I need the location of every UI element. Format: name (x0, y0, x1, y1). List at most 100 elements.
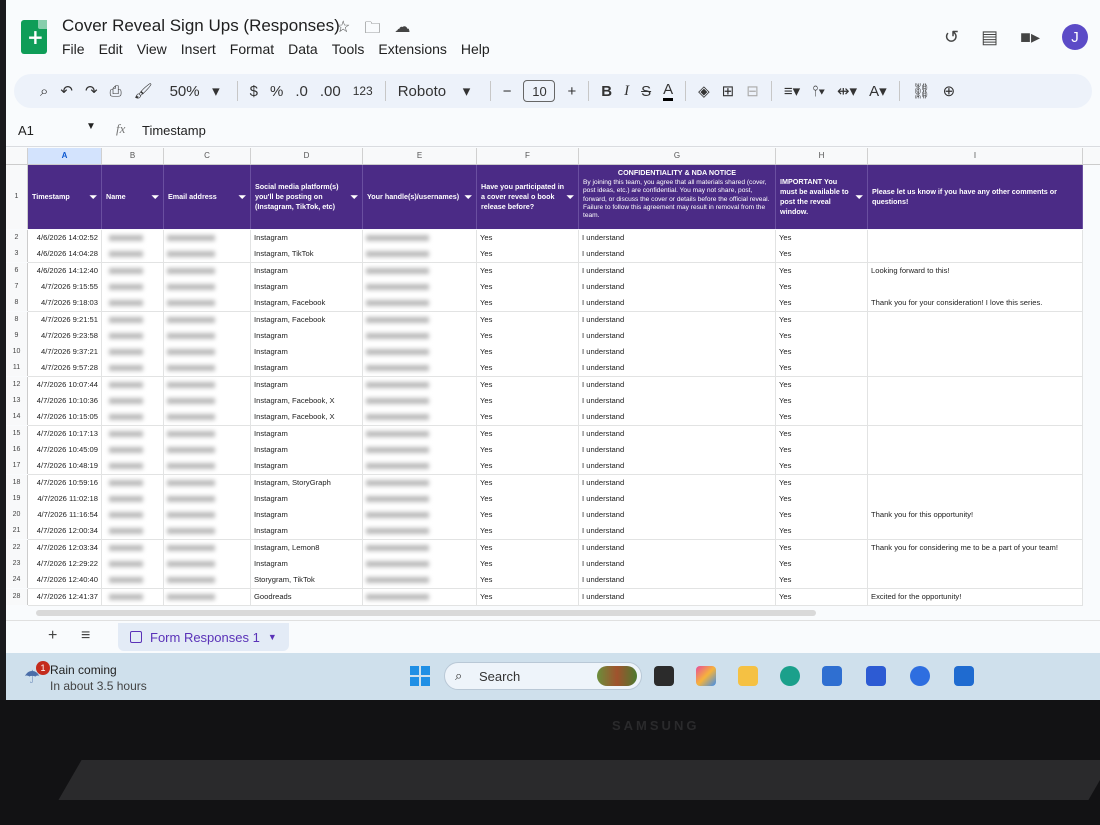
cell-platform[interactable]: Instagram, Facebook, X (251, 409, 363, 426)
cell-handle[interactable] (363, 458, 477, 475)
cell-timestamp[interactable]: 4/7/2026 11:02:18 (28, 490, 102, 507)
currency-button[interactable]: $ (250, 83, 258, 100)
cell-timestamp[interactable]: 4/7/2026 10:48:19 (28, 458, 102, 475)
cell-name[interactable] (102, 246, 164, 263)
cell-nda[interactable]: I understand (579, 246, 776, 263)
cell-important[interactable]: Yes (776, 458, 868, 475)
cell-timestamp[interactable]: 4/7/2026 9:21:51 (28, 311, 102, 328)
column-header-f[interactable]: F (477, 148, 579, 164)
header-cell-participated[interactable]: Have you participated in a cover reveal … (477, 165, 579, 229)
cell-important[interactable]: Yes (776, 490, 868, 507)
sheet-tab[interactable]: Form Responses 1 ▼ (118, 623, 289, 651)
cell-handle[interactable] (363, 572, 477, 589)
cell-platform[interactable]: Instagram (251, 327, 363, 344)
cell-email[interactable] (164, 376, 251, 393)
cell-nda[interactable]: I understand (579, 425, 776, 442)
cell-name[interactable] (102, 556, 164, 572)
cell-nda[interactable]: I understand (579, 490, 776, 507)
outlook-icon[interactable] (954, 666, 974, 686)
header-cell-email[interactable]: Email address ⏷ (164, 165, 251, 229)
cell-participated[interactable]: Yes (477, 458, 579, 475)
cell-timestamp[interactable]: 4/7/2026 11:16:54 (28, 507, 102, 524)
cell-important[interactable]: Yes (776, 327, 868, 344)
file-explorer-icon[interactable] (738, 666, 758, 686)
cell-name[interactable] (102, 262, 164, 279)
cell-nda[interactable]: I understand (579, 572, 776, 589)
menu-file[interactable]: File (62, 41, 85, 57)
cell-handle[interactable] (363, 393, 477, 409)
cell-important[interactable]: Yes (776, 409, 868, 426)
cell-email[interactable] (164, 311, 251, 328)
row-number[interactable]: 12 (6, 376, 28, 393)
avatar[interactable]: J (1062, 24, 1088, 50)
row-number[interactable]: 7 (6, 278, 28, 295)
cell-handle[interactable] (363, 409, 477, 426)
undo-icon[interactable]: ↶ (60, 82, 73, 100)
row-number[interactable]: 15 (6, 425, 28, 442)
store-icon[interactable] (822, 666, 842, 686)
cell-name[interactable] (102, 230, 164, 246)
cell-handle[interactable] (363, 278, 477, 295)
app-icon[interactable] (866, 666, 886, 686)
cell-important[interactable]: Yes (776, 441, 868, 458)
cell-important[interactable]: Yes (776, 376, 868, 393)
menu-format[interactable]: Format (230, 41, 274, 57)
cell-nda[interactable]: I understand (579, 344, 776, 361)
cell-nda[interactable]: I understand (579, 393, 776, 409)
cell-important[interactable]: Yes (776, 523, 868, 540)
star-icon[interactable]: ☆ (336, 17, 350, 44)
cell-nda[interactable]: I understand (579, 458, 776, 475)
cell-important[interactable]: Yes (776, 295, 868, 312)
header-cell-nda[interactable]: CONFIDENTIALITY & NDA NOTICE By joining … (579, 165, 776, 229)
menu-help[interactable]: Help (461, 41, 490, 57)
cell-name[interactable] (102, 507, 164, 524)
cell-name[interactable] (102, 360, 164, 377)
cell-comment[interactable] (868, 441, 1083, 458)
cell-platform[interactable]: Goodreads (251, 588, 363, 605)
row-number[interactable]: 18 (6, 474, 28, 491)
zoom-select[interactable]: 50% ▾ (165, 82, 225, 101)
cell-email[interactable] (164, 360, 251, 377)
cell-name[interactable] (102, 523, 164, 540)
font-size-increase-button[interactable]: + (567, 83, 576, 100)
cell-timestamp[interactable]: 4/6/2026 14:04:28 (28, 246, 102, 263)
cell-handle[interactable] (363, 556, 477, 572)
cell-comment[interactable] (868, 360, 1083, 377)
sheets-logo[interactable]: + (21, 20, 47, 54)
cell-handle[interactable] (363, 588, 477, 605)
cell-participated[interactable]: Yes (477, 556, 579, 572)
cell-email[interactable] (164, 588, 251, 605)
cell-nda[interactable]: I understand (579, 441, 776, 458)
header-cell-name[interactable]: Name ⏷ (102, 165, 164, 229)
column-header-b[interactable]: B (102, 148, 164, 164)
cell-name[interactable] (102, 474, 164, 491)
cell-platform[interactable]: Storygram, TikTok (251, 572, 363, 589)
cell-name[interactable] (102, 588, 164, 605)
cell-important[interactable]: Yes (776, 474, 868, 491)
cell-comment[interactable] (868, 490, 1083, 507)
cell-participated[interactable]: Yes (477, 425, 579, 442)
copilot-icon[interactable] (696, 666, 716, 686)
cell-comment[interactable] (868, 393, 1083, 409)
redo-icon[interactable]: ↷ (85, 82, 98, 100)
cell-platform[interactable]: Instagram (251, 344, 363, 361)
cell-important[interactable]: Yes (776, 311, 868, 328)
cell-participated[interactable]: Yes (477, 507, 579, 524)
menu-edit[interactable]: Edit (99, 41, 123, 57)
sync-app-icon[interactable] (910, 666, 930, 686)
cell-nda[interactable]: I understand (579, 409, 776, 426)
paint-format-icon[interactable]: 🖌 (134, 82, 153, 100)
column-header-g[interactable]: G (579, 148, 776, 164)
header-cell-important[interactable]: IMPORTANT You must be available to post … (776, 165, 868, 229)
cell-email[interactable] (164, 539, 251, 556)
cell-participated[interactable]: Yes (477, 246, 579, 263)
cell-email[interactable] (164, 327, 251, 344)
vertical-align-icon[interactable]: ⫯▾ (812, 83, 825, 100)
cell-participated[interactable]: Yes (477, 360, 579, 377)
cell-handle[interactable] (363, 425, 477, 442)
italic-icon[interactable]: I (624, 83, 629, 100)
cell-name[interactable] (102, 572, 164, 589)
cell-handle[interactable] (363, 262, 477, 279)
cell-comment[interactable]: Thank you for this opportunity! (868, 507, 1083, 524)
cell-timestamp[interactable]: 4/7/2026 9:23:58 (28, 327, 102, 344)
